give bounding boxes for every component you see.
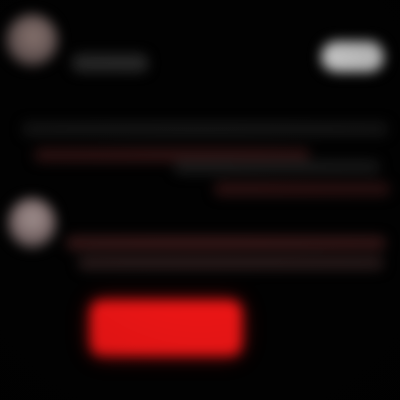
- blurred-content-layer: [0, 0, 400, 400]
- post-text-line: [22, 122, 388, 136]
- username-label: [72, 54, 148, 72]
- profile-avatar-icon[interactable]: [6, 14, 58, 66]
- post-text-line: [174, 160, 380, 174]
- reply-avatar-icon[interactable]: [8, 198, 56, 248]
- primary-action-button[interactable]: [90, 300, 242, 356]
- reply-text-line: [78, 256, 384, 270]
- post-text-line: [214, 182, 390, 196]
- reply-text-line: [66, 236, 386, 250]
- follow-button[interactable]: [320, 40, 386, 74]
- blurred-app-screen: [0, 0, 400, 400]
